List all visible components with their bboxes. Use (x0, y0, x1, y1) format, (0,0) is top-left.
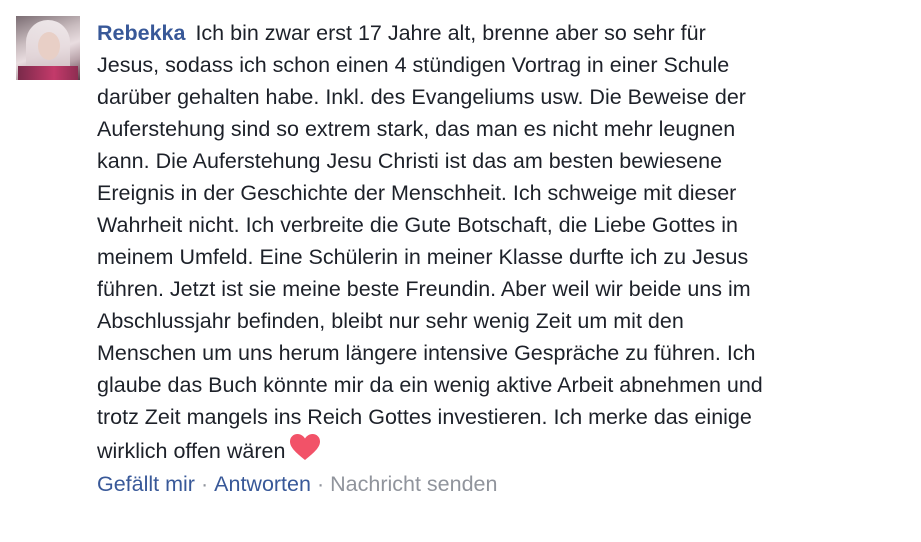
comment-line: Ich bin zwar erst 17 Jahre alt, brenne a… (195, 21, 706, 45)
comment-line: darüber gehalten habe. Inkl. des Evangel… (97, 85, 746, 109)
avatar-face (38, 32, 60, 60)
comment-line: wirklich offen wären (97, 439, 286, 463)
comment-line: Auferstehung sind so extrem stark, das m… (97, 117, 736, 141)
comment-line: meinem Umfeld. Eine Schülerin in meiner … (97, 245, 749, 269)
author-name[interactable]: Rebekka (97, 21, 185, 45)
comment-line: Menschen um uns herum längere intensive … (97, 341, 756, 365)
comment-line: kann. Die Auferstehung Jesu Christi ist … (97, 149, 723, 173)
avatar-clothing (18, 66, 78, 80)
reply-link[interactable]: Antworten (214, 472, 311, 496)
comment-container: Rebekka Ich bin zwar erst 17 Jahre alt, b… (0, 0, 921, 542)
comment-line: Ereignis in der Geschichte der Menschhei… (97, 181, 737, 205)
comment-body: Rebekka Ich bin zwar erst 17 Jahre alt, b… (97, 17, 897, 467)
heart-emoji-icon (290, 434, 321, 460)
comment-line: Jesus, sodass ich schon einen 4 stündige… (97, 53, 730, 77)
send-message-link[interactable]: Nachricht senden (330, 472, 497, 496)
comment-line: glaube das Buch könnte mir da ein wenig … (97, 373, 763, 397)
avatar[interactable] (16, 16, 80, 80)
comment-line: trotz Zeit mangels ins Reich Gottes inve… (97, 405, 752, 429)
like-link[interactable]: Gefällt mir (97, 472, 195, 496)
comment-line: Abschlussjahr befinden, bleibt nur sehr … (97, 309, 684, 333)
separator: · (200, 472, 209, 496)
comment-line: Wahrheit nicht. Ich verbreite die Gute B… (97, 213, 738, 237)
comment-line: führen. Jetzt ist sie meine beste Freund… (97, 277, 751, 301)
separator: · (316, 472, 325, 496)
comment-actions: Gefällt mir · Antworten · Nachricht senden (97, 468, 497, 500)
